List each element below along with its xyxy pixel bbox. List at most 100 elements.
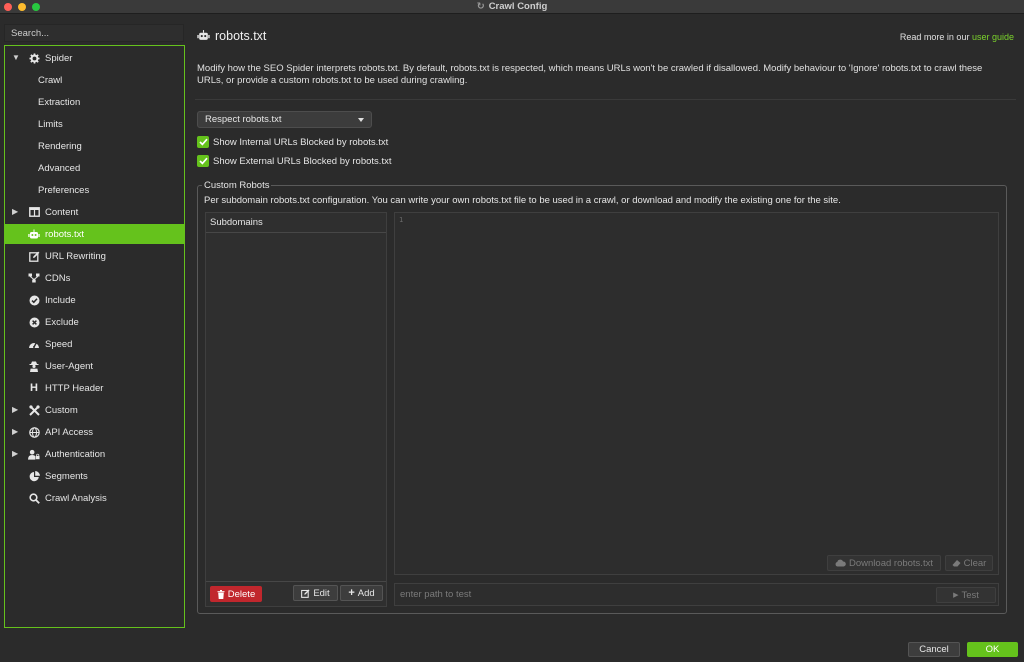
delete-label: Delete xyxy=(227,588,256,600)
users-lock-icon xyxy=(28,448,40,460)
tree-item-include[interactable]: Include xyxy=(5,290,184,310)
checkmark-icon[interactable] xyxy=(197,136,209,148)
tree-item-preferences[interactable]: Preferences xyxy=(5,180,184,200)
clear-button[interactable]: Clear xyxy=(945,555,993,571)
tree-item-content[interactable]: ▶ Content xyxy=(5,202,184,222)
add-button[interactable]: + Add xyxy=(340,585,383,601)
caret-right-icon[interactable]: ▶ xyxy=(12,405,18,414)
checkbox-label: Show Internal URLs Blocked by robots.txt xyxy=(213,136,389,148)
tree-item-user-agent[interactable]: User-Agent xyxy=(5,356,184,376)
tree-item-robots-txt[interactable]: robots.txt xyxy=(5,224,184,244)
tree-item-label: Preferences xyxy=(38,184,90,196)
caret-down-icon[interactable]: ▼ xyxy=(12,53,20,62)
robots-mode-select[interactable]: Respect robots.txt xyxy=(197,111,372,128)
cloud-download-icon xyxy=(835,559,846,567)
checkbox-label: Show External URLs Blocked by robots.txt xyxy=(213,155,392,167)
subdomains-header: Subdomains xyxy=(206,213,386,233)
spinner-icon: ↻ xyxy=(476,1,485,12)
tree-item-label: Crawl Analysis xyxy=(45,492,107,504)
group-title: Custom Robots xyxy=(202,180,272,191)
caret-right-icon[interactable]: ▶ xyxy=(12,207,18,216)
tree-item-api-access[interactable]: ▶ API Access xyxy=(5,422,184,442)
edit-icon xyxy=(28,250,40,262)
trash-icon xyxy=(217,589,225,599)
tree-item-label: User-Agent xyxy=(45,360,94,372)
group-description: Per subdomain robots.txt configuration. … xyxy=(204,195,841,206)
tree-item-speed[interactable]: Speed xyxy=(5,334,184,354)
tree-item-extraction[interactable]: Extraction xyxy=(5,92,184,112)
tree-item-exclude[interactable]: Exclude xyxy=(5,312,184,332)
test-label: Test xyxy=(961,589,979,601)
caret-right-icon[interactable]: ▶ xyxy=(12,427,18,436)
delete-button[interactable]: Delete xyxy=(210,586,262,602)
show-internal-blocked-checkbox[interactable]: Show Internal URLs Blocked by robots.txt xyxy=(197,136,388,148)
read-more: Read more in our user guide xyxy=(900,32,1014,42)
edit-label: Edit xyxy=(313,587,330,599)
tree-item-advanced[interactable]: Advanced xyxy=(5,158,184,178)
tree-item-authentication[interactable]: ▶ Authentication xyxy=(5,444,184,464)
subdomains-list[interactable]: Subdomains Delete Edit + Add xyxy=(205,212,387,607)
download-robots-button[interactable]: Download robots.txt xyxy=(827,555,941,571)
cancel-label: Cancel xyxy=(919,644,949,655)
tree-item-label: URL Rewriting xyxy=(45,250,106,262)
edit-icon xyxy=(301,588,310,598)
edit-button[interactable]: Edit xyxy=(293,585,338,601)
tools-icon xyxy=(28,404,40,416)
tree-item-crawl[interactable]: Crawl xyxy=(5,70,184,90)
settings-tree: ▼ Spider Crawl Extraction Limits Renderi… xyxy=(4,45,185,628)
page-title: robots.txt xyxy=(215,29,267,43)
test-path-input[interactable] xyxy=(395,584,930,605)
clear-label: Clear xyxy=(963,557,987,569)
tree-item-label: Spider xyxy=(45,52,73,64)
tree-item-label: Include xyxy=(45,294,76,306)
tree-item-limits[interactable]: Limits xyxy=(5,114,184,134)
robots-mode-value: Respect robots.txt xyxy=(205,114,282,125)
ok-label: OK xyxy=(985,644,1000,655)
test-path-bar: ▶ Test xyxy=(394,583,999,606)
page-description: Modify how the SEO Spider interprets rob… xyxy=(197,63,983,86)
tree-item-crawl-analysis[interactable]: Crawl Analysis xyxy=(5,488,184,508)
cancel-button[interactable]: Cancel xyxy=(908,642,960,657)
tree-item-label: Segments xyxy=(45,470,88,482)
tree-item-label: Extraction xyxy=(38,96,81,108)
subdomains-toolbar: Delete Edit + Add xyxy=(206,581,386,606)
checkmark-icon[interactable] xyxy=(197,155,209,167)
tree-item-label: Rendering xyxy=(38,140,82,152)
tree-item-url-rewriting[interactable]: URL Rewriting xyxy=(5,246,184,266)
tree-item-label: Advanced xyxy=(38,162,81,174)
tree-item-label: API Access xyxy=(45,426,94,438)
tree-item-label: HTTP Header xyxy=(45,382,104,394)
columns-icon xyxy=(28,206,40,218)
globe-icon xyxy=(28,426,40,438)
test-button[interactable]: ▶ Test xyxy=(936,587,996,603)
tree-item-rendering[interactable]: Rendering xyxy=(5,136,184,156)
h-icon: H xyxy=(30,382,38,394)
x-circle-icon xyxy=(28,316,40,328)
download-label: Download robots.txt xyxy=(849,557,933,569)
chevron-down-icon xyxy=(358,118,364,122)
ok-button[interactable]: OK xyxy=(967,642,1018,657)
tree-item-segments[interactable]: Segments xyxy=(5,466,184,486)
window-title: ↻ Crawl Config xyxy=(0,1,1024,12)
tree-item-cdns[interactable]: CDNs xyxy=(5,268,184,288)
robots-txt-editor[interactable]: 1 Download robots.txt Clear xyxy=(394,212,999,575)
gear-icon xyxy=(28,52,40,64)
tree-item-spider[interactable]: ▼ Spider xyxy=(5,48,184,68)
tree-item-custom[interactable]: ▶ Custom xyxy=(5,400,184,420)
user-guide-link[interactable]: user guide xyxy=(972,32,1014,42)
line-number: 1 xyxy=(399,216,404,224)
tree-item-label: Custom xyxy=(45,404,78,416)
tree-item-http-header[interactable]: H HTTP Header xyxy=(5,378,184,398)
tree-item-label: robots.txt xyxy=(45,228,85,240)
title-bar: ↻ Crawl Config xyxy=(0,0,1024,14)
tree-item-label: Exclude xyxy=(45,316,79,328)
show-external-blocked-checkbox[interactable]: Show External URLs Blocked by robots.txt xyxy=(197,155,391,167)
tree-item-label: Authentication xyxy=(45,448,106,460)
tree-item-label: Crawl xyxy=(38,74,63,86)
eraser-icon xyxy=(952,559,961,567)
caret-right-icon[interactable]: ▶ xyxy=(12,449,18,458)
search-icon xyxy=(28,492,40,504)
add-label: Add xyxy=(357,587,375,599)
search-input[interactable] xyxy=(4,24,184,42)
robot-icon xyxy=(28,228,40,240)
